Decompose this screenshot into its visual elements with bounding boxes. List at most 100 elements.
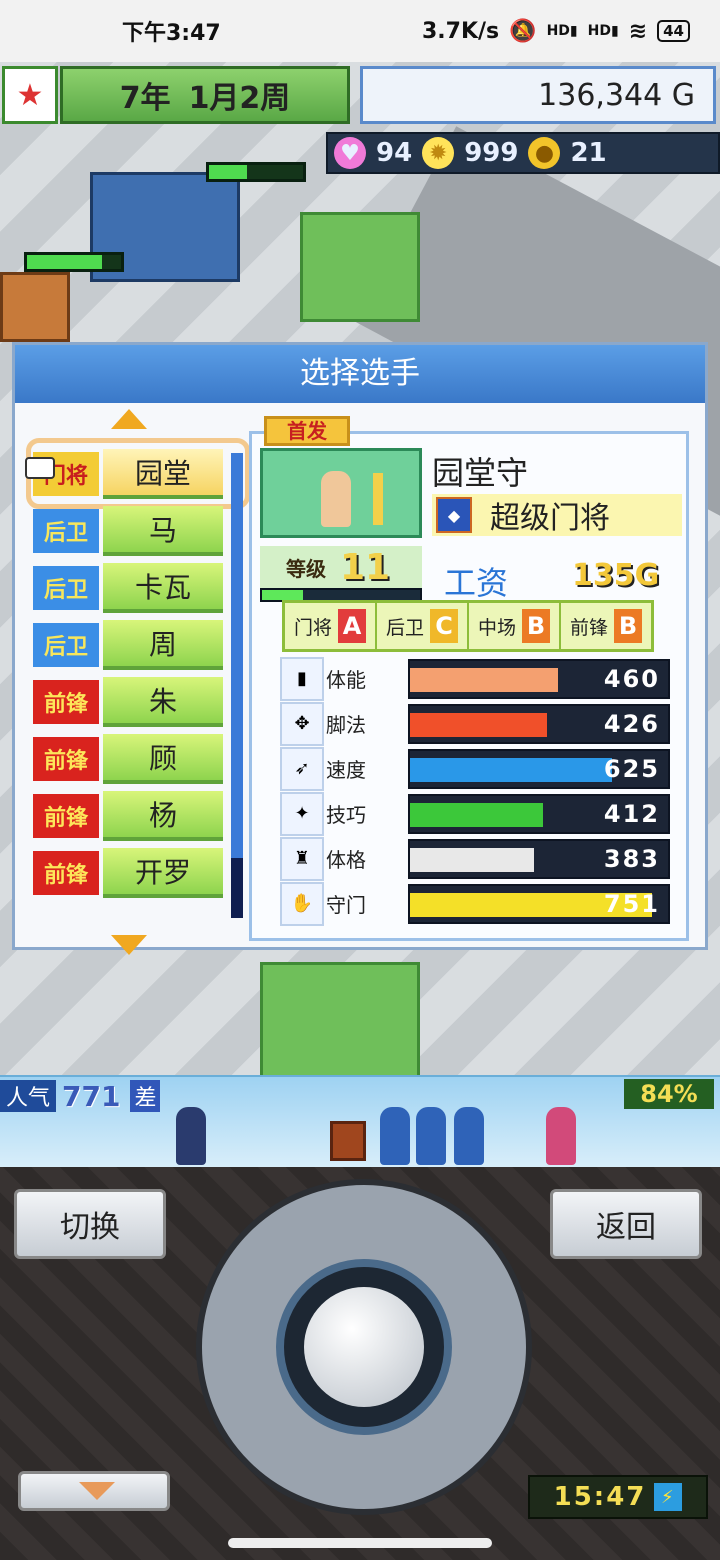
player-position-badge: 前锋	[33, 679, 99, 724]
attribute-list: ▮ 体能 460 ✥ 脚法 426 ➶ 速度 625 ✦ 技巧 412 ♜ 体格 383 ✋ 守门 751	[260, 656, 680, 926]
attribute-row: ♜ 体格 383	[260, 836, 680, 881]
week-label: 1月2周	[188, 81, 291, 116]
shop-building	[0, 272, 70, 342]
npc-sprite	[380, 1107, 410, 1165]
attribute-value: 383	[603, 844, 660, 873]
player-list-name: 周	[103, 619, 223, 670]
attribute-bar: 383	[408, 838, 670, 879]
goal-post	[373, 473, 383, 525]
scroll-down-arrow-icon[interactable]	[111, 935, 147, 955]
medal-icon: ●	[528, 137, 561, 169]
player-list-name: 卡瓦	[103, 562, 223, 613]
aptitude-grade: A	[338, 609, 366, 643]
dpad-center-button[interactable]	[304, 1287, 424, 1407]
starter-badge: 首发	[264, 416, 350, 446]
attribute-label: 脚法	[326, 713, 366, 737]
switch-button[interactable]: 切换	[14, 1189, 166, 1259]
attribute-value: 426	[603, 709, 660, 738]
player-title-row: ◆ 超级门将	[432, 494, 682, 536]
aptitude-item: 门将 A	[285, 603, 377, 649]
aptitude-item: 后卫 C	[377, 603, 469, 649]
percent-badge: 84%	[624, 1079, 714, 1109]
attribute-bar: 460	[408, 658, 670, 699]
player-list-name: 顾	[103, 733, 223, 784]
network-speed: 3.7K/s	[422, 18, 500, 44]
attribute-label: 体格	[326, 848, 366, 872]
ideas-count: 999	[464, 138, 519, 168]
attribute-value: 412	[603, 799, 660, 828]
medals-count: 21	[570, 138, 607, 168]
crowd-strip: 人气 771 差 84%	[0, 1075, 720, 1167]
game-clock: 15:47 ⚡	[528, 1475, 708, 1519]
lawn-2	[260, 962, 420, 1082]
aptitude-label: 中场	[477, 616, 516, 639]
attribute-bar-fill	[410, 757, 612, 782]
attribute-label: 体能	[326, 668, 366, 692]
kick-icon: ✥	[280, 701, 324, 746]
attribute-row: ➶ 速度 625	[260, 746, 680, 791]
player-list-name: 杨	[103, 790, 223, 841]
player-position-badge: 后卫	[33, 508, 99, 553]
scroll-up-arrow-icon[interactable]	[111, 409, 147, 429]
menu-down-button[interactable]	[18, 1471, 170, 1511]
salary-value: 135G	[572, 558, 660, 593]
player-list-item[interactable]: 后卫 卡瓦	[33, 559, 243, 616]
attribute-label: 速度	[326, 758, 366, 782]
player-list-item[interactable]: 前锋顾	[33, 730, 243, 787]
club-logo-icon[interactable]: ★	[2, 66, 58, 124]
attribute-bar-fill	[410, 667, 558, 692]
back-button[interactable]: 返回	[550, 1189, 702, 1259]
year-label: 7年	[119, 81, 171, 116]
attribute-bar: 412	[408, 793, 670, 834]
dpad[interactable]	[196, 1179, 532, 1515]
lawn	[300, 212, 420, 322]
battery-icon: 44	[657, 20, 690, 42]
salary-label: 工资	[444, 564, 509, 602]
chevron-down-icon	[79, 1482, 115, 1500]
list-scrollbar[interactable]	[231, 453, 243, 918]
level-label: 等级	[286, 556, 326, 581]
level-value: 11	[340, 546, 391, 588]
attribute-label: 技巧	[326, 803, 366, 827]
treasure-chest-icon[interactable]	[330, 1121, 366, 1161]
attribute-bar: 426	[408, 703, 670, 744]
home-indicator[interactable]	[228, 1538, 492, 1548]
player-list-item[interactable]: 前锋朱	[33, 673, 243, 730]
signal-icon: HD▮	[546, 23, 578, 39]
npc-sprite	[546, 1107, 576, 1165]
npc-sprite	[454, 1107, 484, 1165]
player-list-item[interactable]: 后卫马	[33, 502, 243, 559]
attribute-value: 751	[603, 889, 660, 918]
player-list-item[interactable]: 后卫周	[33, 616, 243, 673]
attribute-bar-fill	[410, 802, 543, 827]
npc-sprite	[176, 1107, 206, 1165]
attribute-row: ✋ 守门 751	[260, 881, 680, 926]
aptitude-label: 门将	[293, 616, 332, 639]
attribute-row: ✦ 技巧 412	[260, 791, 680, 836]
aptitude-item: 中场 B	[469, 603, 561, 649]
wifi-icon: ≋	[628, 18, 648, 44]
panel-title: 选择选手	[15, 345, 705, 403]
attribute-bar-fill	[410, 712, 547, 737]
goalkeeping-icon: ✋	[280, 881, 324, 926]
speed-icon: ➶	[280, 746, 324, 791]
status-bar: 下午3:47 3.7K/s 🔕 HD▮ HD▮ ≋ 44	[0, 0, 720, 62]
player-list-item[interactable]: 前锋 开罗	[33, 844, 243, 901]
date-display: 7年 1月2周	[60, 66, 350, 124]
building-progress-bar-2	[24, 252, 124, 272]
player-position-badge: 后卫	[33, 565, 99, 610]
dpad-ring[interactable]	[276, 1259, 452, 1435]
player-list-name: 马	[103, 505, 223, 556]
popularity-label: 人气	[0, 1080, 57, 1112]
game-header: ★ 7年 1月2周 136,344 G	[0, 64, 720, 126]
player-position-badge: 前锋	[33, 850, 99, 895]
scrollbar-thumb[interactable]	[231, 858, 243, 918]
aptitude-grade: C	[430, 609, 458, 643]
player-list-item[interactable]: 前锋杨	[33, 787, 243, 844]
player-list-item[interactable]: 门将 园堂	[25, 438, 250, 509]
speed-bolt-icon[interactable]: ⚡	[654, 1483, 683, 1511]
resource-bar: ♥ 94 ✹ 999 ● 21	[326, 132, 720, 174]
physique-icon: ♜	[280, 836, 324, 881]
attribute-row: ▮ 体能 460	[260, 656, 680, 701]
level-display: 等级 11	[260, 546, 422, 588]
